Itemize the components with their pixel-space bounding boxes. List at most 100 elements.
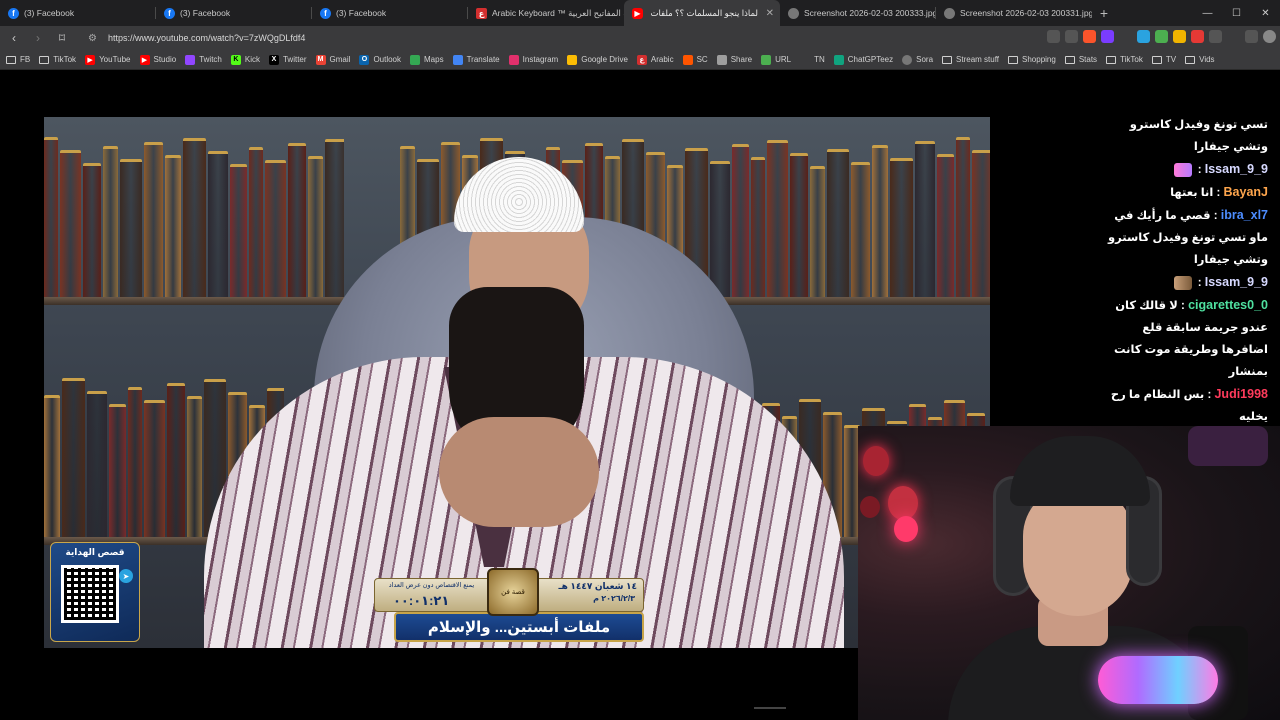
- media-icon[interactable]: [1245, 30, 1258, 43]
- bookmark-folder[interactable]: Vids: [1185, 55, 1215, 64]
- close-window-icon[interactable]: ✕: [1251, 0, 1280, 26]
- new-tab-button[interactable]: +: [1092, 0, 1116, 26]
- bookmark-link[interactable]: M Gmail: [315, 54, 350, 65]
- youtube-icon: ▶: [85, 54, 96, 65]
- site-info-icon[interactable]: ⚙: [88, 33, 102, 44]
- banner-gregorian-date: ٢٠٢٦/٢/٣ م: [593, 594, 635, 603]
- book-spine: [872, 145, 888, 297]
- bookmark-folder[interactable]: Stats: [1064, 55, 1097, 64]
- browser-tab[interactable]: f (3) Facebook: [0, 0, 156, 26]
- bookmark-link[interactable]: Twitch: [185, 54, 222, 65]
- address-bar[interactable]: ⚙ https://www.youtube.com/watch?v=7zWQgD…: [88, 29, 1028, 47]
- book-spine: [956, 137, 970, 297]
- extension-icons: [1047, 30, 1276, 43]
- globe-icon: [800, 54, 811, 65]
- bookmark-link[interactable]: Sora: [902, 54, 933, 65]
- bookmark-folder[interactable]: TV: [1151, 55, 1176, 64]
- bookmark-icon[interactable]: ⌑: [52, 28, 72, 48]
- book-spine: [308, 156, 323, 297]
- extension-icon[interactable]: [1155, 30, 1168, 43]
- bookmark-link[interactable]: K Kick: [230, 54, 260, 65]
- video-player[interactable]: قصص الهداية ➤ ١٤ شعبان ١٤٤٧ هـ ٢٠٢٦/٢/٣ …: [44, 117, 990, 648]
- bookmark-folder[interactable]: FB: [6, 55, 30, 64]
- rewards-icon[interactable]: [1101, 30, 1114, 43]
- chat-username[interactable]: BayanJ: [1224, 185, 1268, 199]
- extension-icon[interactable]: [1137, 30, 1150, 43]
- bookmark-link[interactable]: ▶ Studio: [139, 54, 176, 65]
- browser-tab-active[interactable]: ▶ لماذا ينجو المسلمات ؟؟ ملفات جزيرة ✕: [624, 0, 780, 26]
- chat-message: تسي تونغ وفيدل كاسترو وتشي جيفارا: [1098, 114, 1268, 158]
- extension-icon[interactable]: [1191, 30, 1204, 43]
- bookmark-link[interactable]: Google Drive: [567, 54, 628, 65]
- chat-username[interactable]: Issam_9_9: [1205, 162, 1268, 176]
- book-spine: [288, 143, 306, 297]
- bookmark-link[interactable]: SC: [682, 54, 708, 65]
- book-spine: [44, 137, 58, 297]
- book-spine: [62, 378, 85, 537]
- browser-tab[interactable]: f (3) Facebook: [312, 0, 468, 26]
- bookmark-link[interactable]: ▶ YouTube: [85, 54, 131, 65]
- chat-username[interactable]: ibra_xl7: [1221, 208, 1268, 222]
- qr-title: قصص الهداية: [65, 547, 125, 557]
- book-spine: [790, 153, 808, 297]
- bookmark-link[interactable]: X Twitter: [268, 54, 307, 65]
- browser-tab[interactable]: Screenshot 2026-02-03 200331.jpg: [936, 0, 1092, 26]
- browser-tab[interactable]: ع Arabic Keyboard ™ لوحة المفاتيح العربي…: [468, 0, 624, 26]
- bookmark-link[interactable]: ChatGPTeez: [833, 54, 893, 65]
- chat-username[interactable]: cigarettes0_0: [1188, 298, 1268, 312]
- facebook-icon: f: [8, 7, 19, 19]
- book-spine: [851, 162, 870, 297]
- chat-separator: :: [1210, 210, 1221, 222]
- book-spine: [167, 383, 185, 537]
- youtube-icon: ▶: [632, 7, 643, 19]
- bookmark-link[interactable]: Instagram: [508, 54, 558, 65]
- bookmark-link[interactable]: Translate: [452, 54, 500, 65]
- brave-shield-icon[interactable]: [1083, 30, 1096, 43]
- chat-username[interactable]: Issam_9_9: [1205, 275, 1268, 289]
- book-spine: [249, 147, 263, 297]
- screen-icon[interactable]: [1047, 30, 1060, 43]
- arabic-keyboard-icon: ع: [636, 54, 647, 65]
- share-icon[interactable]: [1065, 30, 1078, 43]
- streamer-webcam: [858, 426, 1280, 720]
- back-arrow-icon[interactable]: ‹: [4, 28, 24, 48]
- shelf-plank: [44, 297, 344, 305]
- sep: [1119, 30, 1132, 43]
- gmail-icon: M: [315, 54, 326, 65]
- url-text[interactable]: https://www.youtube.com/watch?v=7zWQgDLf…: [108, 33, 305, 43]
- puzzle-icon[interactable]: [1209, 30, 1222, 43]
- book-spine: [60, 150, 81, 297]
- folder-icon: [1106, 55, 1117, 64]
- bookmark-link[interactable]: O Outlook: [359, 54, 401, 65]
- bookmark-link[interactable]: URL: [761, 54, 791, 65]
- bookmark-folder[interactable]: TikTok: [1106, 55, 1143, 64]
- extension-icon[interactable]: [1173, 30, 1186, 43]
- forward-arrow-icon[interactable]: ›: [28, 28, 48, 48]
- outlook-icon: O: [359, 54, 370, 65]
- bookmark-link[interactable]: TN: [800, 54, 825, 65]
- chat-message: BayanJ : انا بعتها: [1098, 181, 1268, 204]
- maximize-icon[interactable]: ☐: [1222, 0, 1251, 26]
- book-spine: [265, 160, 286, 297]
- bookmark-link[interactable]: Share: [716, 54, 752, 65]
- chat-separator: :: [1194, 164, 1205, 176]
- url-icon: [761, 54, 772, 65]
- profile-avatar[interactable]: [1263, 30, 1276, 43]
- chat-text: انا بعتها: [1170, 187, 1214, 199]
- bookmark-folder[interactable]: Stream stuff: [942, 55, 999, 64]
- minimize-icon[interactable]: —: [1193, 0, 1222, 26]
- bookshelf: [44, 127, 344, 297]
- close-tab-icon[interactable]: ✕: [766, 8, 774, 19]
- chat-username[interactable]: Judi1998: [1214, 387, 1268, 401]
- qr-code: [61, 565, 119, 623]
- bookmark-link[interactable]: Maps: [410, 54, 444, 65]
- browser-tab[interactable]: Screenshot 2026-02-03 200333.jpg: [780, 0, 936, 26]
- bookmark-folder[interactable]: TikTok: [39, 55, 76, 64]
- browser-tab[interactable]: f (3) Facebook: [156, 0, 312, 26]
- bookmark-folder[interactable]: Shopping: [1008, 55, 1056, 64]
- bookmark-link[interactable]: ع Arabic: [636, 54, 674, 65]
- folder-icon: [1185, 55, 1196, 64]
- sc-icon: [682, 54, 693, 65]
- chat-message: Judi1998 : بس النظام ما رح يخليه: [1098, 383, 1268, 428]
- book-spine: [972, 150, 990, 297]
